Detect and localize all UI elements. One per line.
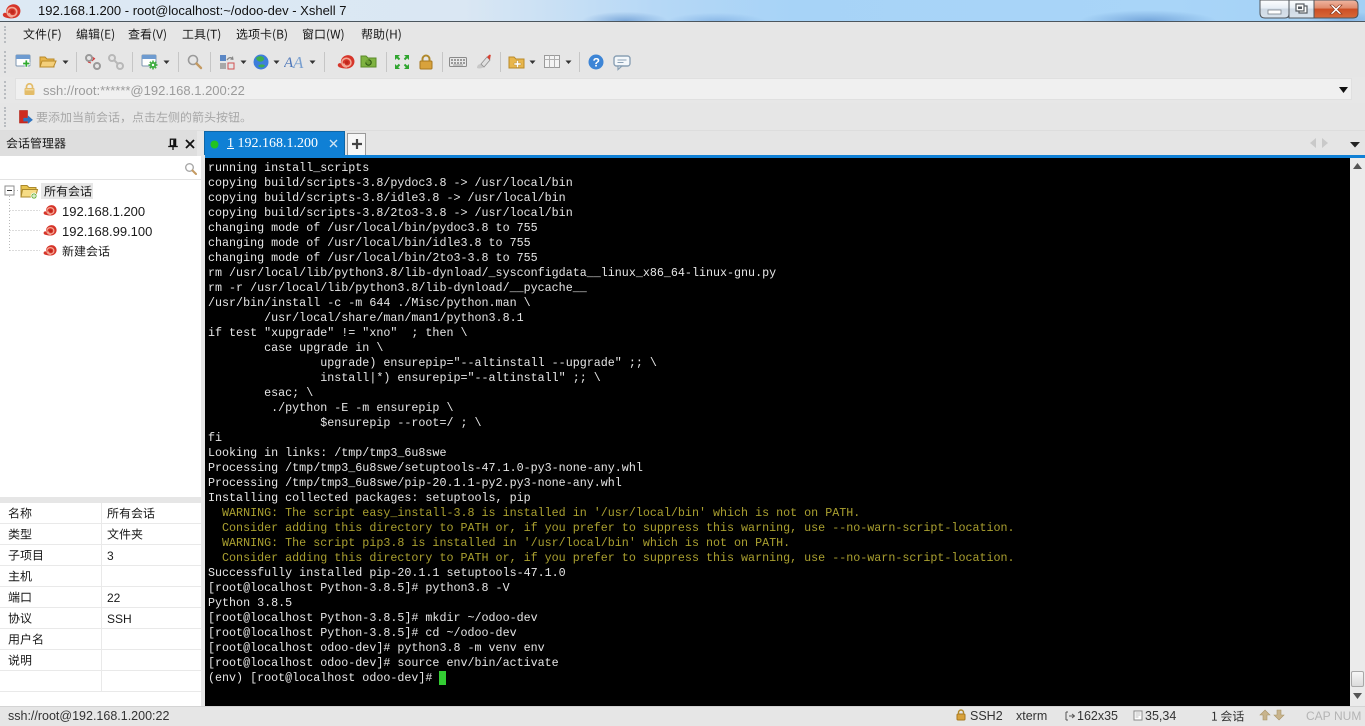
svg-text:?: ? bbox=[593, 56, 600, 70]
svg-text:A: A bbox=[292, 53, 304, 71]
